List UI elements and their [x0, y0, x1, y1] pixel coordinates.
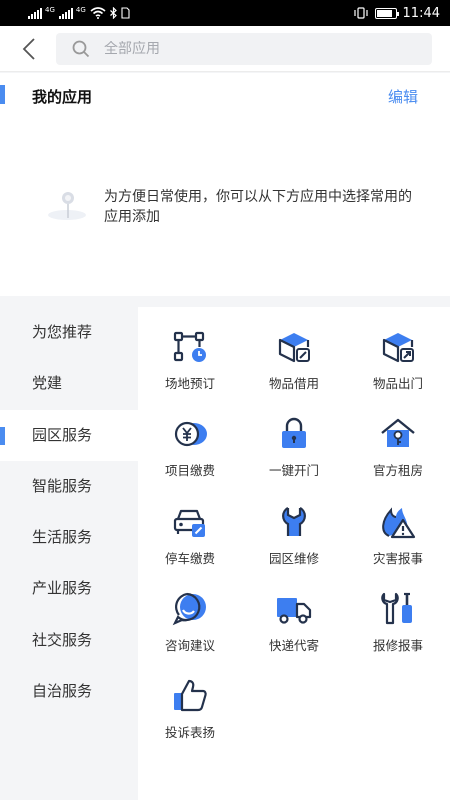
app-park-maintenance[interactable]: 园区维修 [242, 502, 346, 589]
empty-hint-text: 为方便日常使用，你可以从下方应用中选择常用的应用添加 [104, 189, 412, 225]
category-party-building[interactable]: 党建 [0, 358, 138, 409]
signal-icon [28, 7, 42, 19]
network-type: 4G [45, 5, 55, 14]
disaster-report-icon [382, 506, 416, 538]
app-complaint-praise[interactable]: 投诉表扬 [138, 676, 242, 763]
app-label: 停车缴费 [164, 550, 215, 566]
repair-tools-icon [381, 592, 412, 624]
app-label: 官方租房 [372, 463, 423, 479]
header [0, 26, 450, 72]
section-accent-bar [0, 85, 5, 104]
app-item-exit[interactable]: 物品出门 [346, 327, 450, 414]
battery-level [376, 9, 392, 17]
app-house-rental[interactable]: 官方租房 [346, 414, 450, 501]
category-social-services[interactable]: 社交服务 [0, 615, 138, 666]
app-label: 物品出门 [372, 376, 423, 391]
delivery-truck-icon [277, 597, 312, 624]
item-borrow-icon [278, 333, 310, 363]
app-project-payment[interactable]: 项目缴费 [138, 414, 242, 501]
status-bar: 4G 4G 11:44 [0, 0, 450, 26]
category-park-services[interactable]: 园区服务 [0, 409, 138, 461]
chat-bubble-icon [172, 592, 206, 626]
wrench-icon [282, 506, 306, 536]
section-title: 我的应用 [32, 88, 93, 106]
empty-state-illustration [48, 192, 86, 220]
app-label: 报修报事 [372, 637, 423, 653]
search-icon [72, 40, 90, 58]
vibrate-icon [353, 7, 368, 19]
wifi-icon [90, 7, 106, 19]
network-type-2: 4G [75, 5, 86, 14]
search-box[interactable] [56, 33, 432, 65]
app-venue-booking[interactable]: 场地预订 [138, 327, 242, 414]
back-button[interactable] [14, 34, 44, 64]
edit-button[interactable]: 编辑 [388, 86, 418, 107]
status-right: 11:44 [353, 6, 440, 21]
app-parking-payment[interactable]: 停车缴费 [138, 502, 242, 589]
category-smart-services[interactable]: 智能服务 [0, 461, 138, 512]
house-rental-icon [381, 419, 415, 448]
app-item-borrow[interactable]: 物品借用 [242, 327, 346, 414]
app-grid-panel: 场地预订 物品借用 物品出门 项目缴费 一键开门 官方租房 停车缴费 园区维修 … [138, 307, 450, 800]
category-recommended[interactable]: 为您推荐 [0, 307, 138, 358]
chevron-left-icon [22, 38, 35, 60]
category-life-services[interactable]: 生活服务 [0, 512, 138, 563]
app-express-delivery[interactable]: 快递代寄 [242, 589, 346, 676]
category-sidebar: 为您推荐 党建 园区服务 智能服务 生活服务 产业服务 社交服务 自治服务 [0, 307, 138, 800]
app-door-unlock[interactable]: 一键开门 [242, 414, 346, 501]
venue-booking-icon [173, 331, 206, 362]
parking-payment-icon [173, 509, 205, 537]
app-label: 投诉表扬 [164, 725, 215, 741]
category-industry-services[interactable]: 产业服务 [0, 563, 138, 614]
thumbs-up-icon [174, 680, 207, 712]
status-left: 4G 4G [28, 5, 130, 19]
signal-icon-2 [58, 7, 73, 19]
app-repair-report[interactable]: 报修报事 [346, 589, 450, 676]
sim-card-icon [121, 7, 130, 19]
clock: 11:44 [402, 5, 440, 21]
app-label: 咨询建议 [164, 637, 215, 653]
app-consultation[interactable]: 咨询建议 [138, 589, 242, 676]
app-label: 快递代寄 [268, 637, 319, 653]
category-self-governance[interactable]: 自治服务 [0, 666, 138, 717]
my-apps-section: 我的应用 编辑 为方便日常使用，你可以从下方应用中选择常用的应用添加 [0, 73, 450, 296]
app-label: 场地预订 [164, 376, 215, 391]
item-exit-icon [382, 333, 414, 363]
app-label: 物品借用 [268, 376, 319, 391]
battery-icon [374, 7, 399, 19]
app-label: 灾害报事 [372, 550, 423, 566]
app-label: 园区维修 [268, 550, 319, 566]
app-grid: 场地预订 物品借用 物品出门 项目缴费 一键开门 官方租房 停车缴费 园区维修 … [138, 307, 450, 763]
app-label: 一键开门 [268, 463, 319, 479]
search-input[interactable] [104, 41, 384, 57]
door-unlock-icon [282, 418, 306, 449]
bluetooth-icon [109, 7, 117, 19]
app-label: 项目缴费 [164, 463, 215, 479]
app-disaster-report[interactable]: 灾害报事 [346, 502, 450, 589]
project-payment-icon [174, 422, 207, 447]
